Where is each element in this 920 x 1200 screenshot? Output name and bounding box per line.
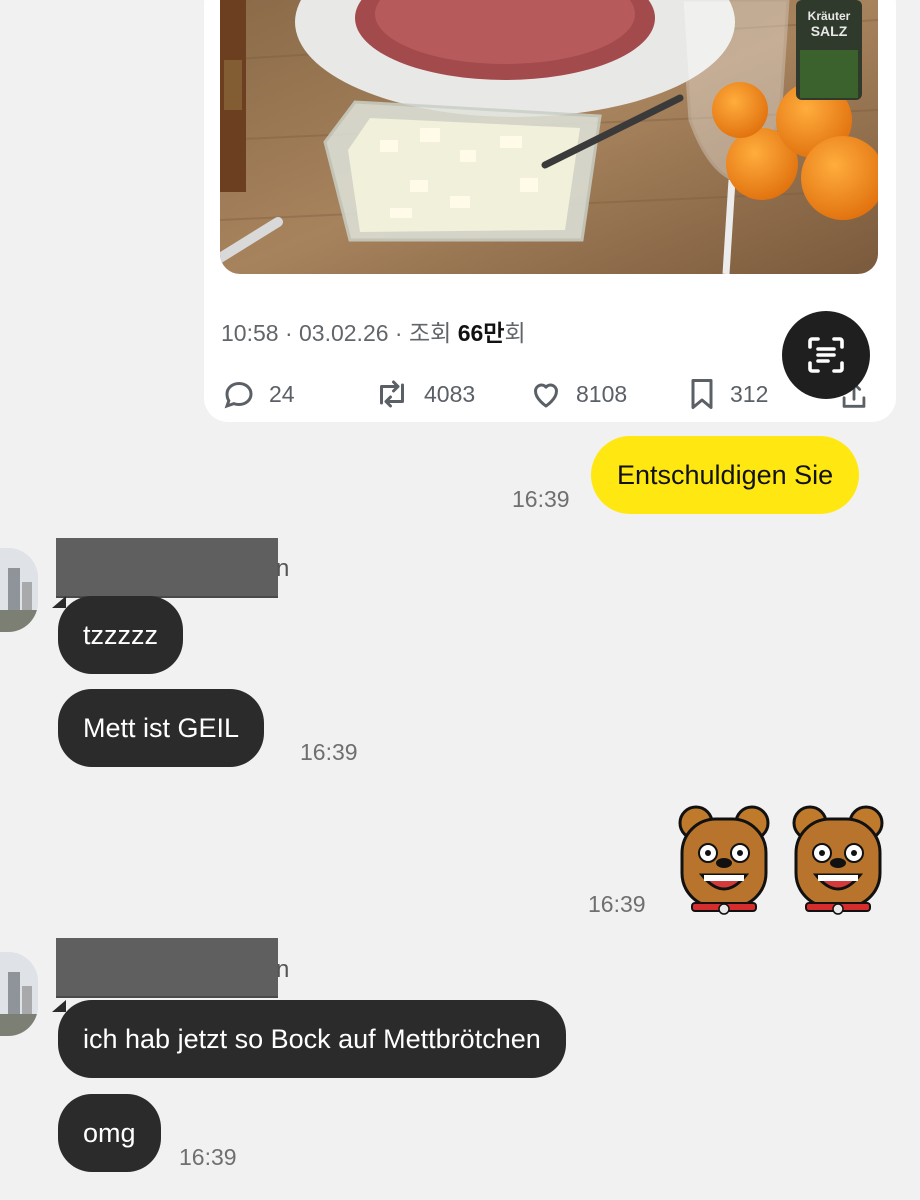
incoming-message-bubble[interactable]: omg — [58, 1094, 161, 1172]
bookmark-icon — [691, 379, 713, 409]
like-action[interactable]: 8108 — [528, 372, 627, 416]
sender-name-redacted — [56, 938, 278, 996]
dog-sticker[interactable] — [790, 805, 886, 917]
message-time: 16:39 — [179, 1144, 237, 1170]
like-count: 8108 — [576, 380, 628, 407]
dog-sticker[interactable] — [676, 805, 772, 917]
reply-icon — [224, 381, 253, 409]
bubble-tail — [52, 596, 66, 608]
retweet-icon — [380, 380, 404, 408]
tweet-views: 66만 — [457, 320, 505, 346]
tweet-photo[interactable]: Kräuter SALZ — [220, 0, 878, 274]
sender-avatar[interactable] — [0, 548, 38, 632]
retweet-action[interactable]: 4083 — [372, 372, 475, 416]
sender-name-tail: n — [276, 555, 290, 582]
reply-count: 24 — [269, 380, 295, 407]
incoming-message-bubble[interactable]: ich hab jetzt so Bock auf Mettbrötchen — [58, 1000, 566, 1078]
message-time: 16:39 — [512, 486, 570, 512]
sender-avatar[interactable] — [0, 952, 38, 1036]
bookmark-action[interactable]: 312 — [686, 372, 768, 416]
bookmark-count: 312 — [730, 380, 769, 407]
retweet-count: 4083 — [424, 380, 476, 407]
heart-icon — [534, 383, 558, 408]
tweet-views-suffix: 회 — [504, 320, 526, 346]
text-scan-icon — [808, 337, 844, 373]
tweet-meta-prefix: 10:58 · 03.02.26 · 조회 — [221, 320, 458, 346]
photo-label-line1: Kräuter — [808, 9, 851, 23]
tweet-photo-image: Kräuter SALZ — [220, 0, 878, 274]
sender-name-tail: n — [276, 956, 290, 983]
incoming-message-bubble[interactable]: Mett ist GEIL — [58, 689, 265, 767]
message-time: 16:39 — [300, 739, 358, 765]
avatar-image — [0, 952, 38, 1036]
incoming-message-bubble[interactable]: tzzzzz — [58, 596, 184, 674]
bubble-tail — [52, 1000, 66, 1012]
text-scan-button[interactable] — [782, 311, 870, 399]
message-time: 16:39 — [588, 891, 646, 917]
outgoing-message-bubble[interactable]: Entschuldigen Sie — [591, 436, 860, 514]
photo-label-line2: SALZ — [811, 23, 848, 39]
sender-name-redacted — [56, 538, 278, 596]
avatar-image — [0, 548, 38, 632]
tweet-meta: 10:58 · 03.02.26 · 조회 66만회 — [221, 314, 526, 348]
reply-action[interactable]: 24 — [221, 372, 295, 416]
